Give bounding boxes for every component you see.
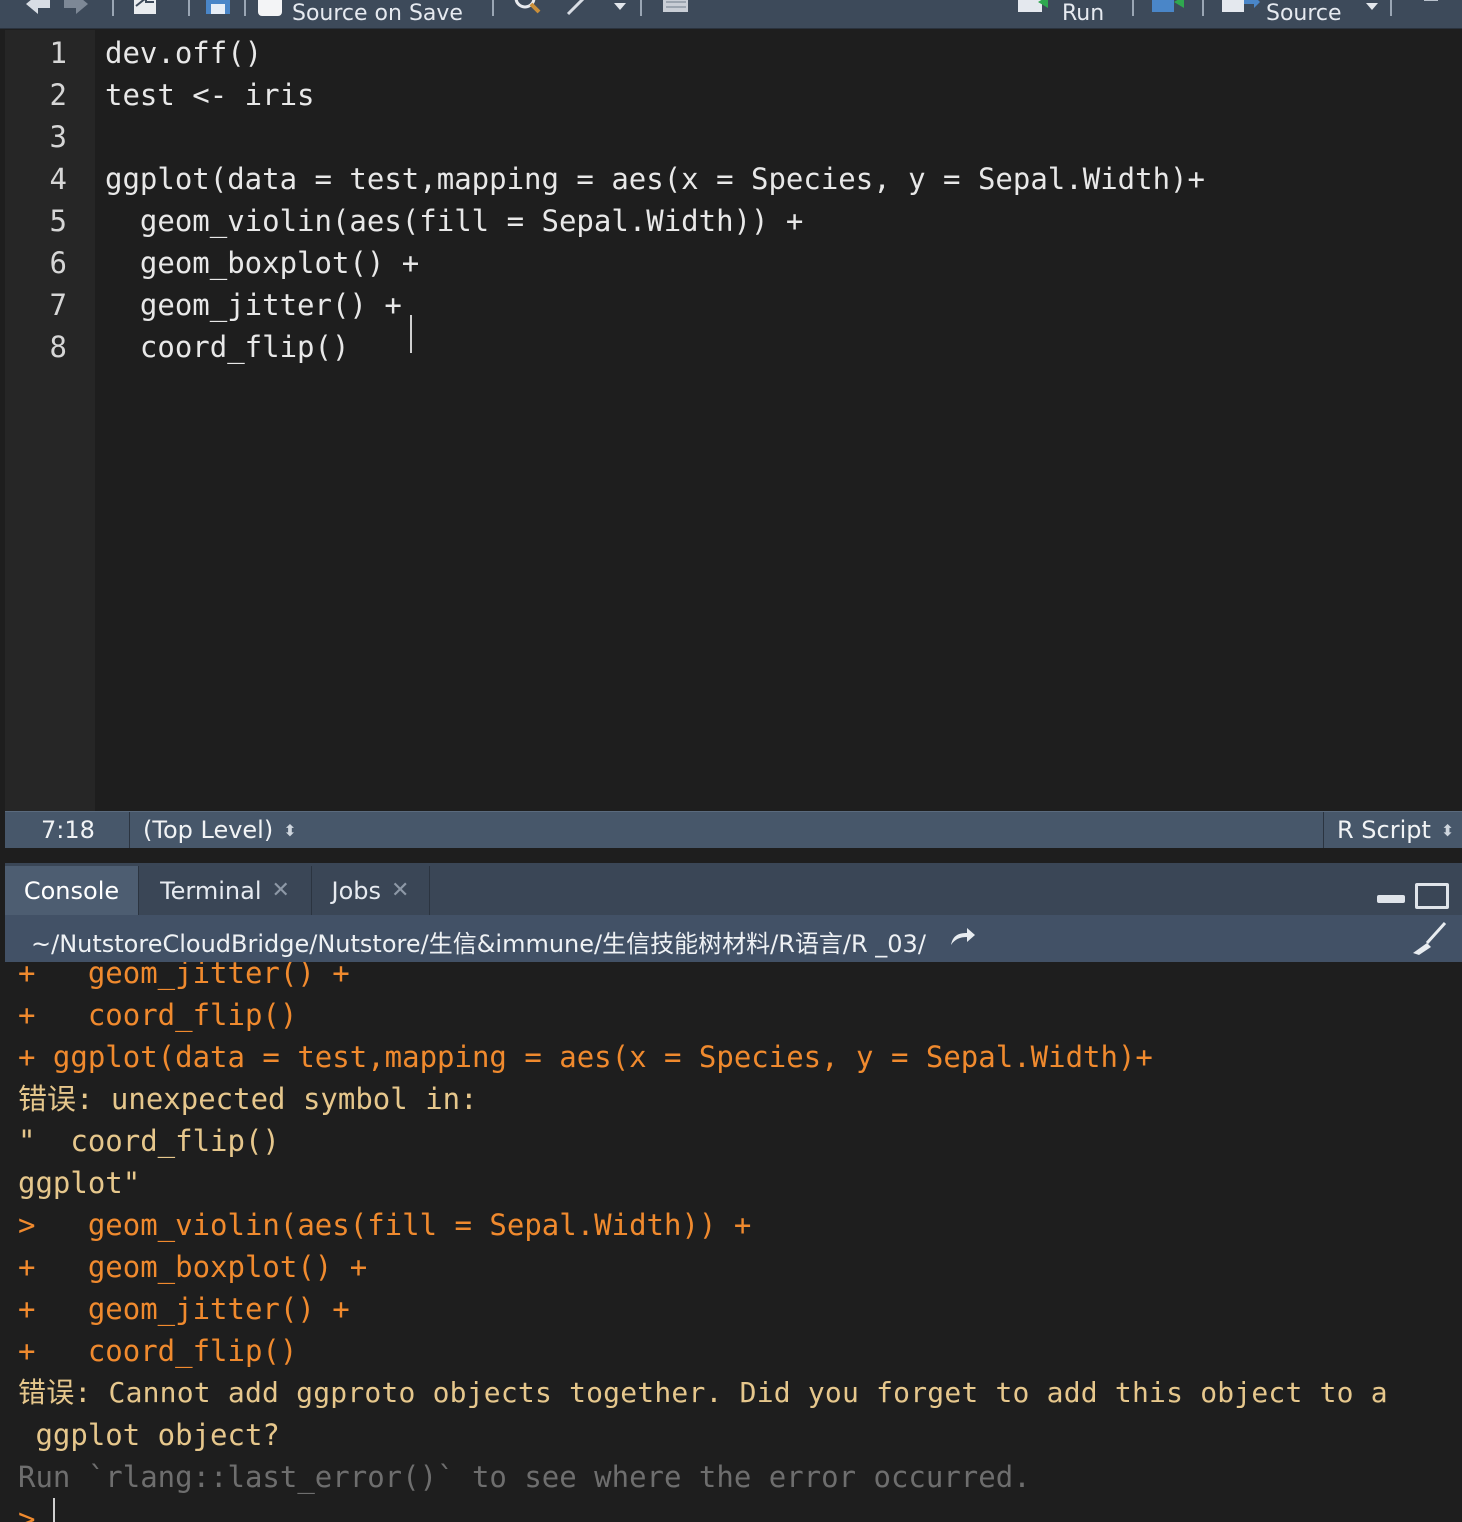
source-button[interactable]: Source xyxy=(1266,0,1342,26)
chevron-down-icon[interactable] xyxy=(614,3,626,10)
close-icon[interactable]: ✕ xyxy=(391,878,409,903)
line-number: 8 xyxy=(49,330,67,364)
compile-report-icon[interactable] xyxy=(660,0,688,16)
back-arrow-icon[interactable] xyxy=(24,0,52,16)
tab-jobs[interactable]: Jobs ✕ xyxy=(312,866,430,915)
forward-arrow-icon[interactable] xyxy=(62,0,90,16)
console-tab-bar: Console Terminal ✕ Jobs ✕ xyxy=(5,863,1462,915)
console-line: Run `rlang::last_error()` to see where t… xyxy=(18,1460,1031,1494)
code-line[interactable]: ggplot(data = test,mapping = aes(x = Spe… xyxy=(105,158,1205,200)
rerun-icon[interactable] xyxy=(1150,0,1192,16)
code-line[interactable]: dev.off() xyxy=(105,32,262,74)
toolbar-divider xyxy=(1132,0,1134,16)
console-line: + geom_boxplot() + xyxy=(18,1250,368,1284)
scope-selector[interactable]: (Top Level) ⬍ xyxy=(143,816,297,844)
code-line[interactable]: geom_jitter() + xyxy=(105,284,402,326)
line-number: 1 xyxy=(49,36,67,70)
cursor-position: 7:18 xyxy=(41,816,95,844)
console-line: 错误: Cannot add ggproto objects together.… xyxy=(18,1376,1388,1409)
line-number: 7 xyxy=(49,288,67,322)
tab-console[interactable]: Console xyxy=(5,866,139,915)
console-line: + geom_jitter() + xyxy=(18,1292,350,1326)
run-button[interactable]: Run xyxy=(1062,0,1104,26)
toolbar-divider xyxy=(492,0,494,16)
toolbar-divider xyxy=(640,0,642,16)
console-line: " coord_flip() xyxy=(18,1124,280,1158)
console-line: ggplot object? xyxy=(18,1418,280,1452)
console-line: ggplot" xyxy=(18,1166,141,1200)
tab-label: Terminal xyxy=(160,876,262,905)
toolbar-divider xyxy=(244,0,246,16)
clear-console-broom-icon[interactable] xyxy=(1409,921,1449,957)
scope-label: (Top Level) xyxy=(143,816,274,844)
line-number: 3 xyxy=(49,120,67,154)
editor-toolbar: Source on Save Run Source xyxy=(0,0,1462,29)
line-number: 2 xyxy=(49,78,67,112)
line-number: 4 xyxy=(49,162,67,196)
save-icon[interactable] xyxy=(204,0,232,16)
code-line[interactable]: test <- iris xyxy=(105,74,315,116)
close-icon[interactable]: ✕ xyxy=(272,878,290,903)
chevron-down-icon[interactable] xyxy=(1366,3,1378,10)
file-type-selector[interactable]: R Script ⬍ xyxy=(1337,816,1454,844)
run-icon[interactable] xyxy=(1016,0,1056,16)
code-tools-wand-icon[interactable] xyxy=(566,0,594,16)
maximize-pane-icon[interactable] xyxy=(1415,883,1449,909)
console-prompt[interactable]: > xyxy=(18,1498,35,1522)
console-line: + ggplot(data = test,mapping = aes(x = S… xyxy=(18,1040,1153,1074)
updown-chevron-icon: ⬍ xyxy=(283,820,297,840)
line-number: 5 xyxy=(49,204,67,238)
status-divider xyxy=(1323,812,1324,848)
line-number: 6 xyxy=(49,246,67,280)
console-line: 错误: unexpected symbol in: xyxy=(18,1082,478,1116)
updown-chevron-icon: ⬍ xyxy=(1440,820,1455,840)
console-line: + coord_flip() xyxy=(18,1334,298,1368)
console-output[interactable]: + geom_jitter() + + coord_flip() + ggplo… xyxy=(5,962,1462,1522)
line-number-gutter: 1 2 3 4 5 6 7 8 xyxy=(5,30,95,811)
status-divider xyxy=(129,812,130,848)
code-line[interactable]: geom_boxplot() + xyxy=(105,242,419,284)
source-icon[interactable] xyxy=(1220,0,1262,16)
console-cursor xyxy=(53,1498,55,1522)
source-on-save-checkbox[interactable] xyxy=(258,0,282,16)
tab-terminal[interactable]: Terminal ✕ xyxy=(139,866,312,915)
toolbar-divider xyxy=(1390,0,1392,16)
toolbar-divider xyxy=(1202,0,1204,16)
working-directory-path[interactable]: ~/NutstoreCloudBridge/Nutstore/生信&immune… xyxy=(31,924,926,959)
console-line: + coord_flip() xyxy=(18,998,298,1032)
minimize-pane-icon[interactable] xyxy=(1377,895,1405,903)
tab-label: Jobs xyxy=(331,876,382,905)
code-line[interactable]: coord_flip() xyxy=(105,326,350,368)
toolbar-divider xyxy=(112,0,114,16)
text-cursor xyxy=(410,315,412,353)
search-icon[interactable] xyxy=(514,0,542,16)
toolbar-divider xyxy=(188,0,190,16)
code-line[interactable]: geom_violin(aes(fill = Sepal.Width)) + xyxy=(105,200,803,242)
tab-label: Console xyxy=(23,876,120,905)
show-in-window-icon[interactable] xyxy=(132,0,160,16)
file-type-label: R Script xyxy=(1337,816,1431,844)
outline-menu-icon[interactable] xyxy=(1414,0,1442,16)
source-editor[interactable]: 1 2 3 4 5 6 7 8 dev.off() test <- iris g… xyxy=(5,30,1462,811)
console-line: + geom_jitter() + xyxy=(18,962,350,990)
source-on-save-label: Source on Save xyxy=(292,1,463,26)
editor-status-bar: 7:18 (Top Level) ⬍ R Script ⬍ xyxy=(5,811,1462,848)
console-line: > geom_violin(aes(fill = Sepal.Width)) + xyxy=(18,1208,752,1242)
working-directory-bar: ~/NutstoreCloudBridge/Nutstore/生信&immune… xyxy=(5,915,1462,962)
go-to-directory-arrow-icon[interactable] xyxy=(949,925,977,949)
